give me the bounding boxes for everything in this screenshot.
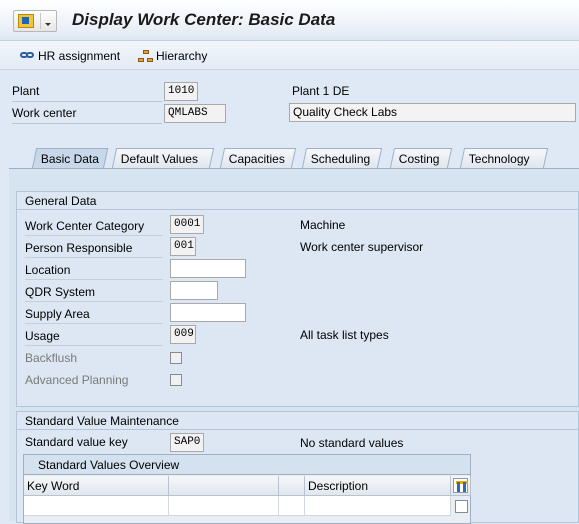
tab-scheduling[interactable]: Scheduling: [301, 148, 383, 168]
menu-icon: [18, 14, 34, 28]
tab-technology[interactable]: Technology: [459, 148, 549, 168]
backflush-checkbox[interactable]: [170, 352, 182, 364]
plant-field[interactable]: 1010: [164, 82, 198, 101]
work-center-field[interactable]: QMLABS: [164, 104, 226, 123]
tab-basic-data[interactable]: Basic Data: [31, 148, 109, 169]
hierarchy-label: Hierarchy: [156, 49, 208, 63]
plant-label: Plant: [12, 84, 162, 102]
system-menu-button[interactable]: [13, 10, 57, 32]
work-center-label: Work center: [12, 106, 162, 124]
table-cell[interactable]: [169, 496, 279, 516]
standard-value-key-label: Standard value key: [25, 435, 128, 449]
page-title: Display Work Center: Basic Data: [72, 10, 336, 29]
table-settings-icon: [453, 478, 468, 493]
work-center-category-description: Machine: [300, 218, 346, 232]
plant-description: Plant 1 DE: [292, 84, 350, 98]
general-data-title: General Data: [17, 192, 578, 210]
person-responsible-field[interactable]: 001: [170, 237, 196, 256]
person-responsible-description: Work center supervisor: [300, 240, 424, 254]
qdr-system-label: QDR System: [25, 282, 163, 302]
tab-panel-basic-data: General Data Work Center Category 0001 M…: [9, 168, 579, 524]
column-header-key-word[interactable]: Key Word: [24, 476, 169, 496]
hr-assignment-button[interactable]: HR assignment: [20, 47, 120, 65]
column-header-description[interactable]: Description: [305, 476, 451, 496]
table-cell[interactable]: [279, 496, 305, 516]
standard-values-overview-title: Standard Values Overview: [24, 455, 470, 475]
advanced-planning-label: Advanced Planning: [25, 373, 129, 387]
row-selector[interactable]: [455, 500, 468, 513]
advanced-planning-checkbox[interactable]: [170, 374, 182, 386]
standard-value-key-description: No standard values: [300, 436, 404, 450]
tab-capacities[interactable]: Capacities: [219, 148, 297, 168]
usage-label: Usage: [25, 326, 163, 346]
table-cell[interactable]: [24, 496, 169, 516]
qdr-system-field[interactable]: [170, 281, 218, 300]
work-center-category-field[interactable]: 0001: [170, 215, 204, 234]
person-responsible-label: Person Responsible: [25, 238, 163, 258]
hr-assignment-label: HR assignment: [38, 49, 121, 63]
general-data-group: General Data Work Center Category 0001 M…: [16, 191, 579, 407]
hierarchy-button[interactable]: Hierarchy: [138, 47, 207, 65]
usage-field[interactable]: 009: [170, 325, 196, 344]
chevron-down-icon: [40, 13, 55, 29]
supply-area-field[interactable]: [170, 303, 246, 322]
table-cell[interactable]: [305, 496, 451, 516]
standard-value-key-field[interactable]: SAP0: [170, 433, 204, 452]
location-label: Location: [25, 260, 163, 280]
tab-strip: Basic Data Default Values Capacities Sch…: [0, 148, 579, 169]
link-icon: [20, 50, 36, 62]
column-settings-button[interactable]: [451, 476, 471, 496]
standard-value-maintenance-group: Standard Value Maintenance Standard valu…: [16, 411, 579, 524]
standard-values-overview-table: Standard Values Overview Key Word Descri…: [23, 454, 471, 524]
usage-description: All task list types: [300, 328, 389, 342]
location-field[interactable]: [170, 259, 246, 278]
supply-area-label: Supply Area: [25, 304, 163, 324]
tab-costing[interactable]: Costing: [389, 148, 453, 168]
title-bar: Display Work Center: Basic Data: [0, 0, 579, 41]
column-header-blank-2[interactable]: [279, 476, 305, 496]
work-center-description: Quality Check Labs: [289, 103, 576, 122]
application-toolbar: HR assignment Hierarchy: [0, 41, 579, 70]
standard-value-maintenance-title: Standard Value Maintenance: [17, 412, 578, 430]
column-header-blank-1[interactable]: [169, 476, 279, 496]
hierarchy-icon: [138, 50, 154, 62]
backflush-label: Backflush: [25, 351, 78, 365]
tab-default-values[interactable]: Default Values: [111, 148, 215, 168]
work-center-category-label: Work Center Category: [25, 216, 163, 236]
